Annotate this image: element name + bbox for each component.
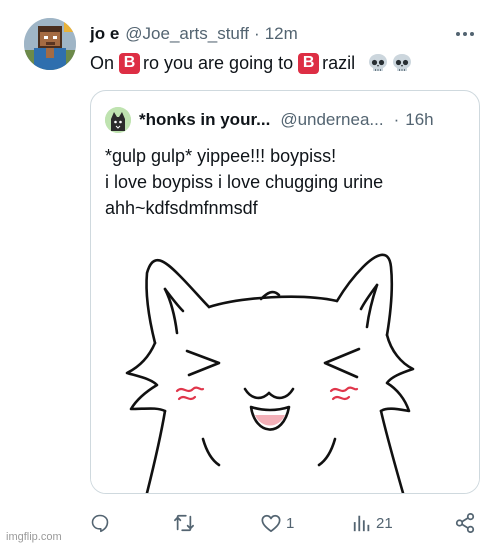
retweet-icon bbox=[174, 514, 194, 532]
imgflip-watermark: imgflip.com bbox=[6, 531, 62, 543]
tweet-text: On B ro you are going to B razil bbox=[90, 50, 480, 76]
like-count: 1 bbox=[286, 514, 295, 532]
author-handle[interactable]: @Joe_arts_stuff bbox=[125, 24, 249, 44]
author-avatar[interactable] bbox=[24, 18, 76, 70]
cat-drawing-image bbox=[125, 253, 415, 493]
quoted-text-line: *gulp gulp* yippee!!! boypiss! bbox=[105, 146, 337, 166]
author-name[interactable]: jo e bbox=[90, 24, 119, 44]
quoted-author-name[interactable]: *honks in your... bbox=[139, 110, 270, 130]
header-separator: · bbox=[254, 24, 260, 43]
quoted-tweet-media[interactable] bbox=[91, 239, 479, 493]
views-button[interactable]: 21 bbox=[352, 508, 393, 538]
quoted-tweet-text: *gulp gulp* yippee!!! boypiss! i love bo… bbox=[105, 143, 465, 221]
quoted-text-line: ahh~kdfsdmfnmsdf bbox=[105, 198, 258, 218]
tweet-header: jo e @Joe_arts_stuff · 12m bbox=[90, 22, 480, 46]
quoted-text-line: i love boypiss i love chugging urine bbox=[105, 172, 384, 192]
tweet-timestamp[interactable]: 12m bbox=[265, 24, 298, 44]
quoted-tweet-header: *honks in your... @undernea... · 16h bbox=[105, 106, 469, 134]
more-icon[interactable] bbox=[450, 22, 480, 46]
tweet-text-part: On bbox=[90, 53, 115, 73]
reply-button[interactable] bbox=[90, 508, 114, 538]
reply-icon bbox=[91, 514, 109, 533]
views-icon bbox=[353, 515, 370, 532]
share-icon bbox=[455, 512, 475, 534]
tweet-text-part: ro you are going to bbox=[143, 53, 294, 73]
retweet-button[interactable] bbox=[173, 508, 199, 538]
skull-emoji bbox=[393, 54, 412, 71]
tweet-action-bar: 1 21 bbox=[90, 508, 480, 538]
share-button[interactable] bbox=[454, 508, 476, 538]
skull-emoji bbox=[369, 54, 388, 71]
quoted-tweet-card[interactable]: *honks in your... @undernea... · 16h *gu… bbox=[90, 90, 480, 494]
heart-icon bbox=[261, 514, 281, 533]
tweet-text-part: razil bbox=[322, 53, 356, 73]
quoted-tweet-timestamp[interactable]: 16h bbox=[405, 110, 433, 130]
quoted-author-avatar-image bbox=[105, 107, 131, 133]
quoted-author-avatar[interactable] bbox=[105, 107, 131, 133]
like-button[interactable]: 1 bbox=[260, 508, 294, 538]
b-button-emoji: B bbox=[119, 52, 141, 74]
views-count: 21 bbox=[376, 514, 393, 532]
quoted-author-handle[interactable]: @undernea... bbox=[280, 110, 383, 130]
b-button-emoji: B bbox=[298, 52, 320, 74]
author-avatar-image bbox=[24, 18, 76, 70]
quoted-header-separator: · bbox=[393, 110, 400, 129]
